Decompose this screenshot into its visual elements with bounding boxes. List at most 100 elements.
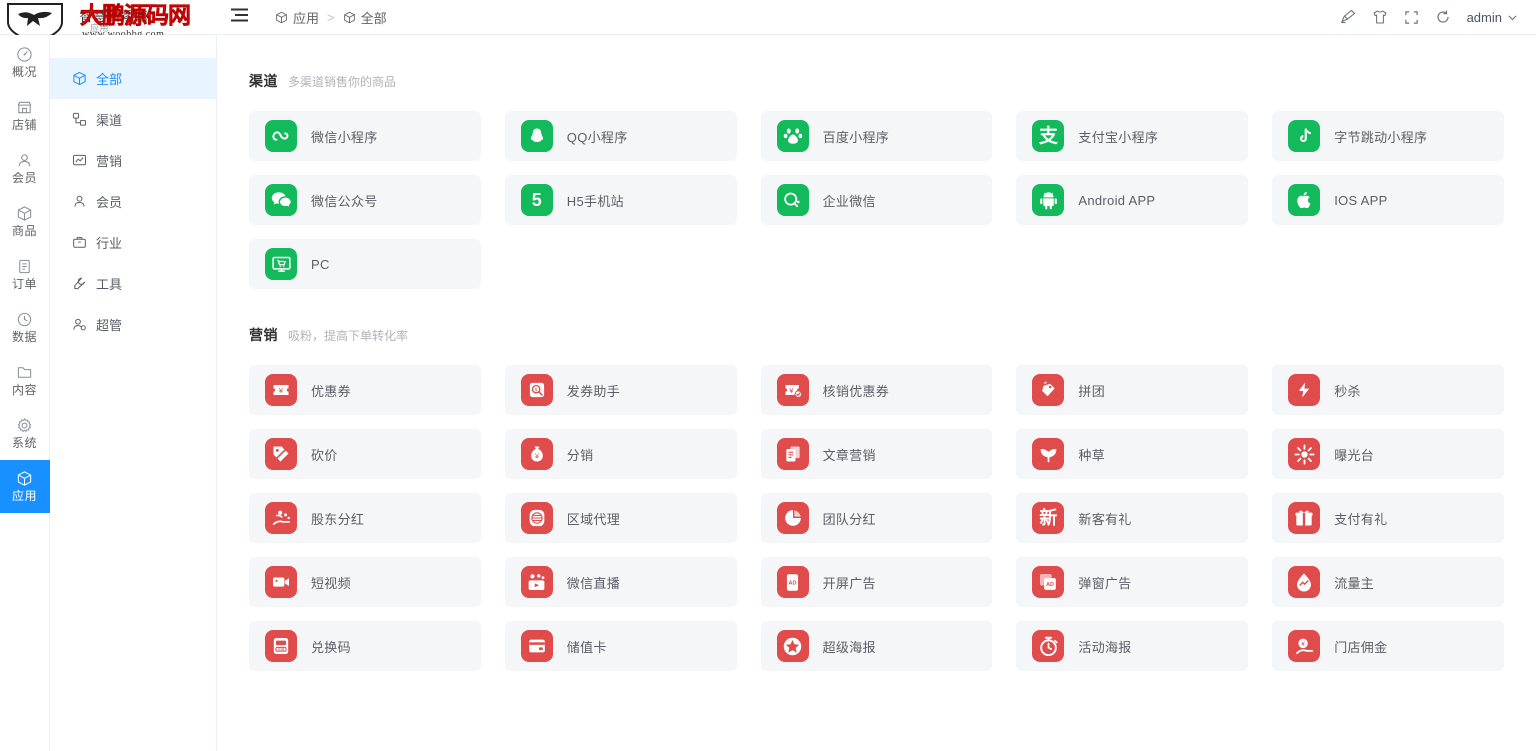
app-label: 储值卡 xyxy=(567,637,607,656)
app-card-alipay-miniprogram[interactable]: 支 支付宝小程序 xyxy=(1016,111,1248,161)
app-card-short-video[interactable]: 短视频 xyxy=(249,557,481,607)
breadcrumb-item-all[interactable]: 全部 xyxy=(343,8,387,27)
html5-icon: 5 xyxy=(521,184,553,216)
app-card-team-dividend[interactable]: 团队分红 xyxy=(761,493,993,543)
wechat-live-icon xyxy=(521,566,553,598)
sidebar-item-member[interactable]: 会员 xyxy=(50,181,216,222)
sidebar-item-tools[interactable]: 工具 xyxy=(50,263,216,304)
app-card-new-customer-gift[interactable]: 新 新客有礼 xyxy=(1016,493,1248,543)
app-card-flash-sale[interactable]: 秒杀 xyxy=(1272,365,1504,415)
app-card-wecom[interactable]: 企业微信 xyxy=(761,175,993,225)
user-menu[interactable]: admin xyxy=(1467,10,1518,25)
app-card-baidu-miniprogram[interactable]: 百度小程序 xyxy=(761,111,993,161)
rail-label-content: 内容 xyxy=(12,384,37,397)
svg-text:AD: AD xyxy=(1047,582,1055,588)
app-card-group-buy[interactable]: 拼团 xyxy=(1016,365,1248,415)
app-label: 短视频 xyxy=(311,573,351,592)
app-label: 活动海报 xyxy=(1078,637,1131,656)
app-card-popup-ad[interactable]: AD 弹窗广告 xyxy=(1016,557,1248,607)
rail-item-system[interactable]: 系统 xyxy=(0,407,50,460)
app-card-activity-poster[interactable]: 活动海报 xyxy=(1016,621,1248,671)
app-card-store-commission[interactable]: ¥ 门店佣金 xyxy=(1272,621,1504,671)
sidebar-item-channel[interactable]: 渠道 xyxy=(50,99,216,140)
sidebar-label-channel: 渠道 xyxy=(96,110,122,129)
app-label: 微信公众号 xyxy=(311,191,378,210)
shop-icon xyxy=(16,99,33,116)
app-card-coupon-verify[interactable]: ¥ 核销优惠券 xyxy=(761,365,993,415)
shirt-icon[interactable] xyxy=(1372,9,1388,25)
rail-label-member: 会员 xyxy=(12,172,37,185)
app-card-shareholder-dividend[interactable]: 股东分红 xyxy=(249,493,481,543)
flash-sale-icon xyxy=(1288,374,1320,406)
group-buy-icon xyxy=(1032,374,1064,406)
app-card-splash-ad[interactable]: AD 开屏广告 xyxy=(761,557,993,607)
sidebar-item-industry[interactable]: 行业 xyxy=(50,222,216,263)
app-card-wechat-official[interactable]: 微信公众号 xyxy=(249,175,481,225)
activity-poster-icon xyxy=(1032,630,1064,662)
rail-item-member[interactable]: 会员 xyxy=(0,142,50,195)
rail-item-data[interactable]: 数据 xyxy=(0,301,50,354)
app-card-region-agent[interactable]: 区域代理 xyxy=(505,493,737,543)
rail-item-shop[interactable]: 店铺 xyxy=(0,89,50,142)
sidebar-label-marketing: 营销 xyxy=(96,151,122,170)
app-card-ios[interactable]: IOS APP xyxy=(1272,175,1504,225)
coupon-assistant-icon: ¥ xyxy=(521,374,553,406)
app-card-traffic-owner[interactable]: 流量主 xyxy=(1272,557,1504,607)
app-label: IOS APP xyxy=(1334,193,1387,208)
app-card-wechat-miniprogram[interactable]: 微信小程序 xyxy=(249,111,481,161)
app-label: 区域代理 xyxy=(567,509,620,528)
header-actions: admin xyxy=(1340,9,1536,25)
svg-text:兑换: 兑换 xyxy=(278,646,285,651)
app-card-recommend[interactable]: 种草 xyxy=(1016,429,1248,479)
wecom-icon xyxy=(777,184,809,216)
article-marketing-icon xyxy=(777,438,809,470)
main-content: 渠道 多渠道销售你的商品 微信小程序 xyxy=(217,0,1536,751)
breadcrumb-item-app[interactable]: 应用 xyxy=(275,8,319,27)
app-card-pc[interactable]: PC xyxy=(249,239,481,289)
bargain-icon xyxy=(265,438,297,470)
app-label: 开屏广告 xyxy=(823,573,876,592)
app-label: 微信小程序 xyxy=(311,127,378,146)
app-label: 微信直播 xyxy=(567,573,620,592)
app-card-stored-value-card[interactable]: 储值卡 xyxy=(505,621,737,671)
hamburger-icon[interactable] xyxy=(231,8,253,27)
app-card-article-marketing[interactable]: 文章营销 xyxy=(761,429,993,479)
sidebar-item-superadmin[interactable]: 超管 xyxy=(50,304,216,345)
cube-icon xyxy=(16,205,33,222)
fullscreen-icon[interactable] xyxy=(1404,10,1419,25)
app-card-douyin-miniprogram[interactable]: 字节跳动小程序 xyxy=(1272,111,1504,161)
rail-label-goods: 商品 xyxy=(12,225,37,238)
app-label: 团队分红 xyxy=(823,509,876,528)
sidebar-item-marketing[interactable]: 营销 xyxy=(50,140,216,181)
app-card-wechat-live[interactable]: 微信直播 xyxy=(505,557,737,607)
admin-user-icon xyxy=(72,317,87,332)
app-label: 分销 xyxy=(567,445,594,464)
rail-item-app[interactable]: 应用 xyxy=(0,460,50,513)
app-card-bargain[interactable]: 砍价 xyxy=(249,429,481,479)
rail-item-content[interactable]: 内容 xyxy=(0,354,50,407)
content-scroll-area[interactable]: 渠道 多渠道销售你的商品 微信小程序 xyxy=(217,35,1536,751)
app-card-redeem-code[interactable]: 兑换 兑换码 xyxy=(249,621,481,671)
app-card-qq-miniprogram[interactable]: QQ小程序 xyxy=(505,111,737,161)
app-card-distribution[interactable]: ¥ 分销 xyxy=(505,429,737,479)
briefcase-icon xyxy=(72,235,87,250)
app-card-android[interactable]: Android APP xyxy=(1016,175,1248,225)
logo-area: 智慧新零售 应用 大鹏源码网 www.woobbg.com xyxy=(0,0,217,35)
sidebar-label-superadmin: 超管 xyxy=(96,315,122,334)
rail-item-order[interactable]: 订单 xyxy=(0,248,50,301)
brush-icon[interactable] xyxy=(1340,9,1356,25)
app-card-coupon-assistant[interactable]: ¥ 发券助手 xyxy=(505,365,737,415)
app-card-coupon[interactable]: ¥ 优惠券 xyxy=(249,365,481,415)
app-card-super-poster[interactable]: 超级海报 xyxy=(761,621,993,671)
sidebar-item-all[interactable]: 全部 xyxy=(50,58,216,99)
app-card-h5-site[interactable]: 5 H5手机站 xyxy=(505,175,737,225)
rail-item-goods[interactable]: 商品 xyxy=(0,195,50,248)
team-dividend-icon xyxy=(777,502,809,534)
app-label: 股东分红 xyxy=(311,509,364,528)
rail-item-overview[interactable]: 概况 xyxy=(0,36,50,89)
app-card-pay-gift[interactable]: 支付有礼 xyxy=(1272,493,1504,543)
rail-label-data: 数据 xyxy=(12,331,37,344)
channel-app-grid: 微信小程序 QQ小程序 xyxy=(249,111,1504,289)
refresh-icon[interactable] xyxy=(1435,9,1451,25)
app-card-exposure[interactable]: 曝光台 xyxy=(1272,429,1504,479)
